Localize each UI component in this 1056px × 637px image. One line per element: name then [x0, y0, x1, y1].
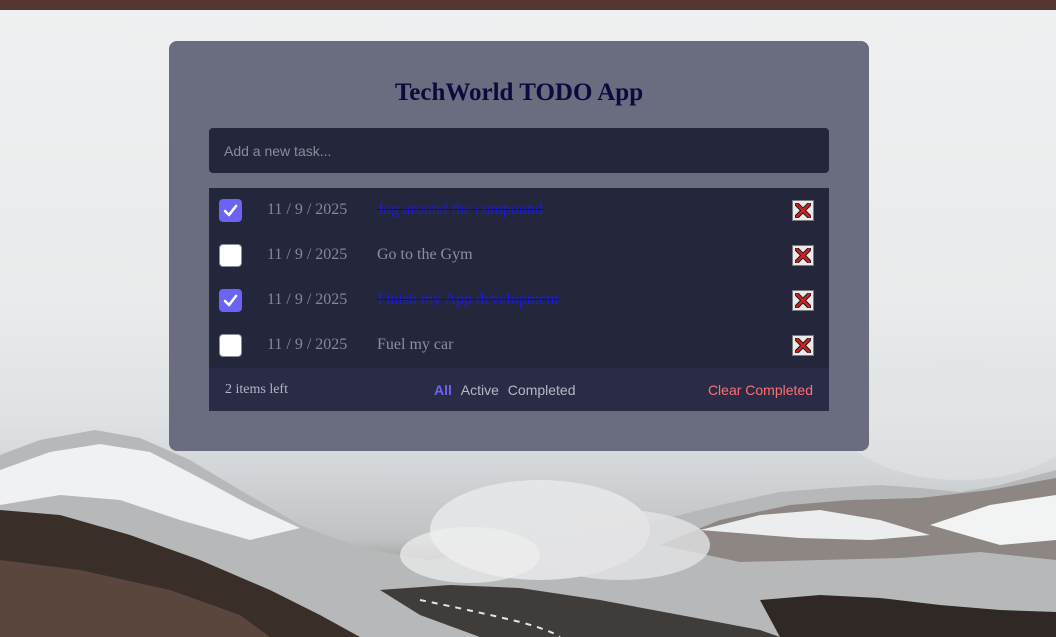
items-left-count: 2 items left — [225, 382, 288, 397]
todo-card: TechWorld TODO App 11 / 9 / 2025 Jog aro… — [169, 41, 869, 451]
todo-text: Finish my App development — [377, 291, 559, 308]
todo-date: 11 / 9 / 2025 — [267, 291, 348, 308]
close-x-icon — [795, 248, 811, 263]
todo-text: Jog around the compound — [377, 201, 543, 218]
todo-list: 11 / 9 / 2025 Jog around the compound 11… — [209, 188, 829, 411]
todo-date: 11 / 9 / 2025 — [267, 246, 348, 263]
delete-button[interactable] — [792, 245, 814, 266]
todo-item: 11 / 9 / 2025 Go to the Gym — [209, 233, 829, 278]
todo-checkbox[interactable] — [219, 289, 242, 312]
app-title: TechWorld TODO App — [394, 79, 644, 106]
delete-button[interactable] — [792, 200, 814, 221]
delete-button[interactable] — [792, 335, 814, 356]
todo-item: 11 / 9 / 2025 Jog around the compound — [209, 188, 829, 233]
filter-active[interactable]: Active — [461, 382, 499, 398]
close-x-icon — [795, 203, 811, 218]
todo-checkbox[interactable] — [219, 334, 242, 357]
clear-completed-button[interactable]: Clear Completed — [708, 382, 813, 398]
check-icon — [223, 294, 238, 307]
todo-checkbox[interactable] — [219, 244, 242, 267]
todo-item: 11 / 9 / 2025 Finish my App development — [209, 278, 829, 323]
filter-completed[interactable]: Completed — [508, 382, 576, 398]
list-footer: 2 items left All Active Completed Clear … — [209, 368, 829, 411]
todo-text: Fuel my car — [377, 336, 454, 353]
todo-item: 11 / 9 / 2025 Fuel my car — [209, 323, 829, 368]
close-x-icon — [795, 338, 811, 353]
new-task-input[interactable] — [209, 128, 829, 173]
todo-date: 11 / 9 / 2025 — [267, 201, 348, 218]
filter-all[interactable]: All — [434, 382, 452, 398]
check-icon — [223, 204, 238, 217]
filter-group: All Active Completed — [434, 382, 581, 398]
todo-date: 11 / 9 / 2025 — [267, 336, 348, 353]
todo-checkbox[interactable] — [219, 199, 242, 222]
close-x-icon — [795, 293, 811, 308]
todo-text: Go to the Gym — [377, 246, 473, 263]
delete-button[interactable] — [792, 290, 814, 311]
